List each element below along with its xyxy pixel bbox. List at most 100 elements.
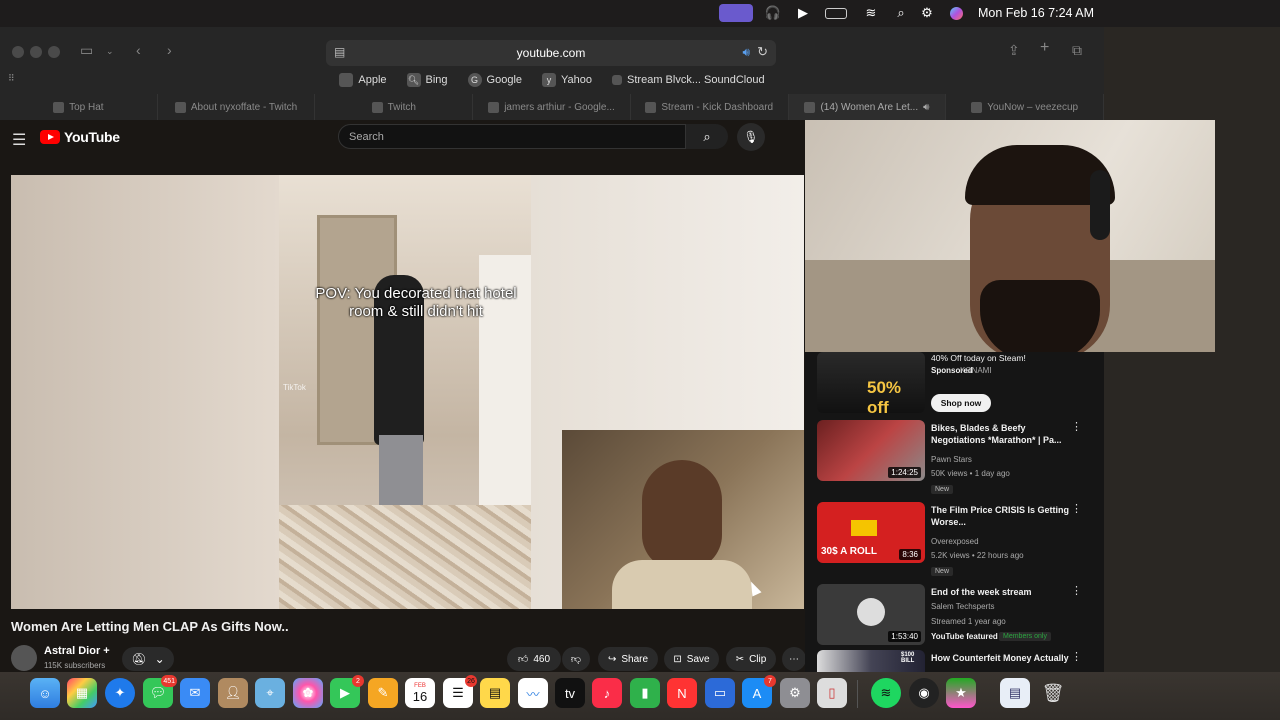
safari-icon[interactable]: ✦ [105,678,135,708]
battery-icon[interactable] [825,8,847,19]
chevron-down-icon[interactable]: ⌄ [106,46,114,57]
close-window-button[interactable] [12,46,24,58]
address-bar[interactable]: ▤ youtube.com 🔊︎ ↻ [326,40,776,66]
system-settings-icon[interactable]: ⚙ [780,678,810,708]
clip-button[interactable]: ✂ Clip [726,647,776,671]
now-playing-icon[interactable]: ▶ [794,5,812,21]
channel-name[interactable]: Pawn Stars [931,455,972,464]
video-title[interactable]: The Film Price CRISIS Is Getting Worse..… [931,504,1071,528]
youtube-play-icon [40,130,60,144]
freeform-icon[interactable]: 〰 [518,678,548,708]
favorite-bing[interactable]: 🔍︎ Bing [406,71,448,89]
video-thumbnail[interactable]: 1:53:40 [817,584,925,645]
youtube-logo[interactable]: YouTube [40,129,120,145]
tab-twitch[interactable]: Twitch [315,94,474,120]
tab-kick-dashboard[interactable]: Stream - Kick Dashboard [631,94,789,120]
more-actions-button[interactable]: ⋯ [782,647,806,671]
facetime-icon[interactable]: ▶ 2 [330,675,364,708]
sidebar-toggle-icon[interactable]: ▭ [80,42,93,59]
music-icon[interactable]: ♪ [592,678,622,708]
search-input[interactable]: Search [338,124,686,149]
app-store-icon[interactable]: A7 [742,675,776,708]
save-button[interactable]: ⊡ Save [664,647,719,671]
channel-name[interactable]: Salem Techsperts [931,602,994,611]
video-title[interactable]: End of the week stream [931,586,1071,598]
shop-now-button[interactable]: Shop now [931,394,991,412]
video-player[interactable]: POV: You decorated that hotel room & sti… [11,175,804,609]
numbers-icon[interactable]: ▮ [630,678,660,708]
video-title[interactable]: Bikes, Blades & Beefy Negotiations *Mara… [931,422,1071,446]
finder-icon[interactable]: ☺ [30,678,60,708]
apple-tv-icon[interactable]: tv [555,678,585,708]
tab-overview-icon[interactable]: ⧉ [1072,42,1082,59]
reminders-icon[interactable]: ☰ 26 [443,675,477,708]
more-options-icon[interactable]: ⋮ [1071,502,1082,515]
minimize-window-button[interactable] [30,46,42,58]
maps-icon[interactable]: ⌖ [255,678,285,708]
channel-name[interactable]: Overexposed [931,537,979,546]
new-tab-icon[interactable]: + [1040,39,1049,57]
channel-avatar[interactable] [11,645,37,671]
forward-icon[interactable]: › [167,42,172,58]
contacts-icon[interactable]: 👤︎ [218,678,248,708]
streamlabs-icon[interactable]: ★ [946,678,976,708]
video-thumbnail[interactable]: 30$ A ROLL 8:36 [817,502,925,563]
video-thumbnail[interactable]: $100 BILL [817,650,925,672]
trash-icon[interactable]: 🗑︎ [1038,678,1068,708]
channel-name[interactable]: Astral Dior + [44,645,110,657]
share-icon[interactable]: ⇪ [1008,42,1020,59]
spotlight-search-icon[interactable]: ⌕ [892,5,910,21]
share-button[interactable]: ↪ Share [598,647,658,671]
search-button[interactable]: ⌕ [686,124,728,149]
ad-title[interactable]: 40% Off today on Steam! [931,352,1071,364]
obs-icon[interactable]: ◉ [909,678,939,708]
launchpad-icon[interactable]: ▦ [67,678,97,708]
apple-favicon [339,73,354,87]
favorite-apple[interactable]: Apple [339,71,387,89]
tab-younow[interactable]: YouNow – veezecup [946,94,1105,120]
back-icon[interactable]: ‹ [136,42,141,58]
audio-playing-icon[interactable]: 🔊︎ [742,45,750,60]
tab-top-hat[interactable]: Top Hat [0,94,158,120]
voice-search-button[interactable]: 🎙︎ [737,123,765,151]
spotify-icon[interactable]: ≋ [871,678,901,708]
document-icon[interactable]: ▤ [1000,678,1030,708]
tab-favicon [53,101,65,113]
photos-icon[interactable]: ✿ [293,678,323,708]
screen-mirroring-icon[interactable] [719,4,753,22]
reload-icon[interactable]: ↻ [757,44,768,60]
notification-bell-button[interactable]: 🔕︎ ⌄ [122,647,174,671]
favorite-soundcloud[interactable]: Stream Blvck... SoundCloud [612,71,765,89]
iphone-mirroring-icon[interactable]: ▯ [817,678,847,708]
siri-icon[interactable] [950,7,963,20]
ad-thumb-text: 50% off [867,378,902,413]
more-options-icon[interactable]: ⋮ [1071,420,1082,433]
keynote-icon[interactable]: ▭ [705,678,735,708]
favorite-yahoo[interactable]: y Yahoo [542,71,592,89]
dislike-button[interactable]: 👎︎ [562,647,590,671]
like-button[interactable]: 👍︎ 460 [507,647,561,671]
menubar-clock[interactable]: Mon Feb 16 7:24 AM [978,6,1094,20]
messages-icon[interactable]: 💬︎ 451 [143,675,177,708]
video-thumbnail[interactable]: 1:24:25 [817,420,925,481]
video-title[interactable]: How Counterfeit Money Actually [931,652,1071,664]
mail-icon[interactable]: ✉ [180,678,210,708]
pages-icon[interactable]: ✎ [368,678,398,708]
speaker-icon[interactable]: 🔊︎ [923,102,929,113]
more-options-icon[interactable]: ⋮ [1071,650,1082,663]
headphones-icon[interactable]: 🎧 [764,5,782,21]
zoom-window-button[interactable] [48,46,60,58]
ad-thumbnail[interactable]: 50% off [817,352,925,413]
control-center-icon[interactable]: ⚙ [918,5,936,21]
calendar-icon[interactable]: FEB 16 [405,678,435,708]
notes-icon[interactable]: ▤ [480,678,510,708]
news-icon[interactable]: N [667,678,697,708]
page-menu-icon[interactable]: ▤ [334,45,345,59]
tab-twitch-about[interactable]: About nyxoffate - Twitch [158,94,316,120]
hamburger-menu-icon[interactable]: ☰ [12,130,26,150]
wifi-icon[interactable]: ≋ [862,5,880,21]
tab-youtube-active[interactable]: (14) Women Are Let... 🔊︎ [788,94,947,120]
tab-google-search[interactable]: jamers arthiur - Google... [473,94,631,120]
more-options-icon[interactable]: ⋮ [1071,584,1082,597]
favorite-google[interactable]: G Google [467,71,522,89]
